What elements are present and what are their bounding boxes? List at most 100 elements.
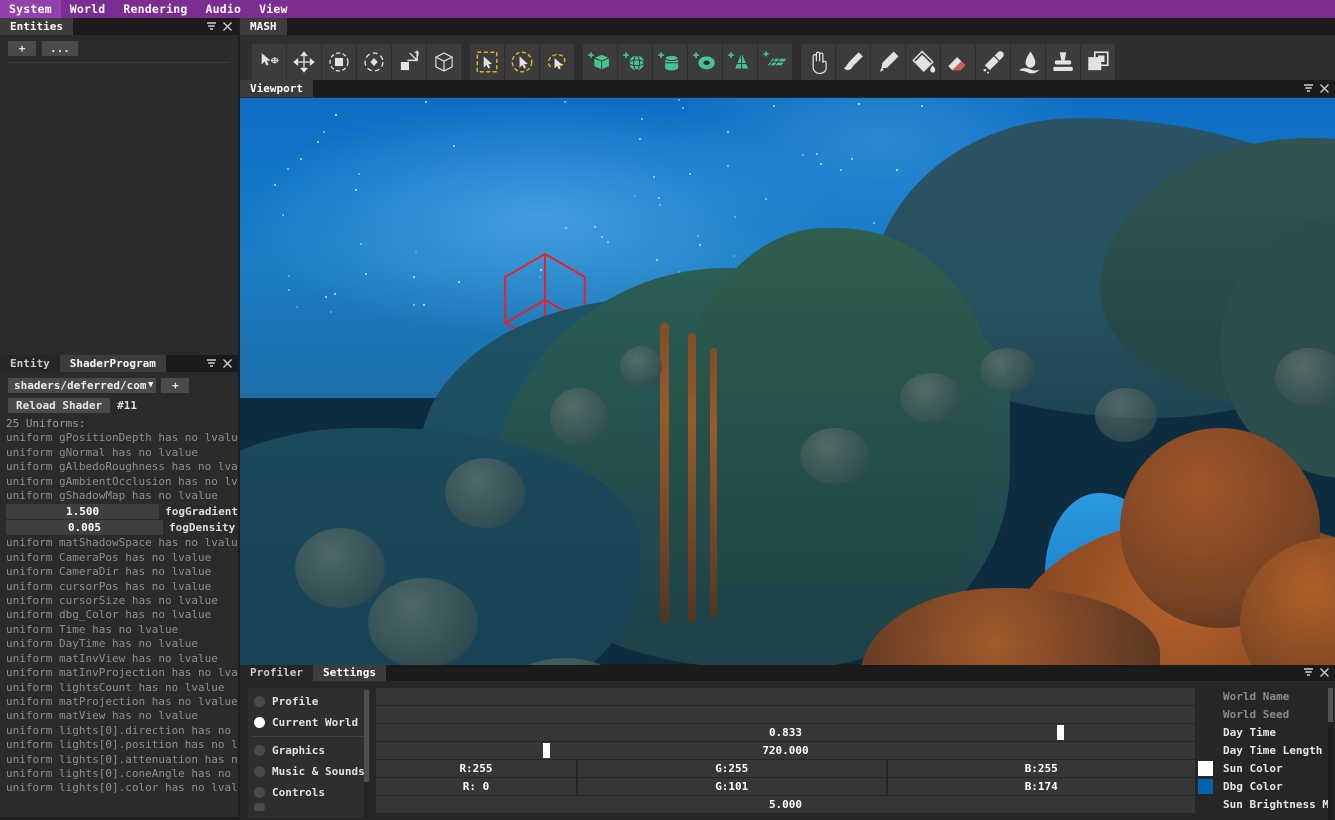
add-plane-button[interactable] — [758, 44, 792, 80]
settings-category-current-world[interactable]: Current World — [248, 712, 370, 733]
property-text-input[interactable] — [376, 688, 1195, 705]
uniform-value-input[interactable]: 1.500 — [6, 504, 159, 519]
category-scrollbar-track[interactable] — [364, 690, 369, 819]
property-slider[interactable]: 720.000 — [376, 742, 1195, 759]
tab-shaderprogram[interactable]: ShaderProgram — [60, 355, 166, 372]
orbit-icon — [361, 49, 387, 75]
uniform-name-label: fogGradient — [159, 504, 238, 519]
tab-entity[interactable]: Entity — [0, 355, 60, 372]
tab-profiler[interactable]: Profiler — [240, 664, 313, 681]
property-text-input[interactable] — [376, 706, 1195, 723]
hand-button[interactable] — [801, 44, 835, 80]
entities-toolbar: + ... — [0, 36, 238, 60]
property-label: World Name — [1217, 688, 1333, 705]
menu-item-world[interactable]: World — [61, 0, 115, 18]
brush-button[interactable] — [836, 44, 870, 80]
add-cube-button[interactable] — [583, 44, 617, 80]
panel-menu-icon[interactable] — [206, 21, 217, 32]
shader-path-select[interactable]: shaders/deferred/compos ▼ — [8, 378, 156, 393]
terrain-blob — [445, 458, 525, 528]
menu-item-audio[interactable]: Audio — [197, 0, 251, 18]
radio-icon — [254, 766, 265, 777]
terrain-blob — [550, 388, 608, 446]
bounding-box-button[interactable] — [427, 44, 461, 80]
panel-menu-icon[interactable] — [1303, 83, 1314, 94]
tab-settings[interactable]: Settings — [313, 664, 386, 681]
translate-button[interactable] — [287, 44, 321, 80]
close-icon[interactable] — [1319, 667, 1330, 678]
add-cone-button[interactable] — [723, 44, 757, 80]
menu-item-rendering[interactable]: Rendering — [114, 0, 196, 18]
shader-select-row: shaders/deferred/compos ▼ + — [0, 373, 238, 393]
color-channel-g[interactable]: G:255 — [578, 760, 886, 777]
rotate-button[interactable] — [322, 44, 356, 80]
entities-panel: Entities + ... — [0, 18, 238, 355]
tab-mash[interactable]: MASH — [240, 18, 287, 35]
menu-item-view[interactable]: View — [250, 0, 297, 18]
color-channel-r[interactable]: R:255 — [376, 760, 576, 777]
add-entity-button[interactable]: + — [8, 41, 36, 56]
uniform-line: uniform lightsCount has no lvalue — [4, 681, 238, 695]
settings-category-profile[interactable]: Profile — [248, 691, 370, 712]
close-icon[interactable] — [222, 21, 233, 32]
property-slider[interactable]: 5.000 — [376, 796, 1195, 813]
mash-toolbar — [240, 36, 1335, 84]
category-scrollbar-thumb[interactable] — [364, 690, 369, 782]
stamp-button[interactable] — [1046, 44, 1080, 80]
tab-entities[interactable]: Entities — [0, 18, 73, 35]
menu-item-system[interactable]: System — [0, 0, 61, 18]
rect-select-button[interactable] — [470, 44, 504, 80]
close-icon[interactable] — [1319, 83, 1330, 94]
smudge-button[interactable] — [1011, 44, 1045, 80]
add-sphere-button[interactable] — [618, 44, 652, 80]
color-channel-b[interactable]: B:255 — [888, 760, 1196, 777]
category-label: Current World — [272, 716, 358, 729]
scale-icon — [396, 49, 422, 75]
settings-category-partial[interactable] — [248, 803, 370, 811]
hanging-vine — [710, 348, 717, 618]
copy-layer-button[interactable] — [1081, 44, 1115, 80]
slider-handle[interactable] — [1057, 725, 1064, 740]
pencil-button[interactable] — [871, 44, 905, 80]
close-icon[interactable] — [222, 358, 233, 369]
property-label: Day Time Length — [1217, 742, 1333, 759]
radio-icon — [254, 803, 265, 811]
lasso-select-button[interactable] — [540, 44, 574, 80]
eraser-button[interactable] — [941, 44, 975, 80]
slider-handle[interactable] — [543, 743, 550, 758]
panel-menu-icon[interactable] — [1303, 667, 1314, 678]
category-label: Controls — [272, 786, 325, 799]
settings-category-graphics[interactable]: Graphics — [248, 740, 370, 761]
reload-shader-button[interactable]: Reload Shader — [8, 398, 110, 413]
orbit-button[interactable] — [357, 44, 391, 80]
color-channel-r[interactable]: R: 0 — [376, 778, 576, 795]
add-shader-button[interactable]: + — [161, 378, 189, 393]
select-move-button[interactable] — [252, 44, 286, 80]
color-channel-b[interactable]: B:174 — [888, 778, 1196, 795]
color-channel-g[interactable]: G:101 — [578, 778, 886, 795]
properties-scrollbar-track[interactable] — [1328, 688, 1333, 820]
eyedropper-button[interactable] — [976, 44, 1010, 80]
paint-bucket-button[interactable] — [906, 44, 940, 80]
scale-button[interactable] — [392, 44, 426, 80]
terrain-blob — [980, 348, 1035, 392]
slider-value: 5.000 — [769, 798, 802, 811]
settings-category-controls[interactable]: Controls — [248, 782, 370, 803]
settings-category-music-sounds[interactable]: Music & Sounds — [248, 761, 370, 782]
color-swatch[interactable] — [1198, 761, 1213, 776]
viewport-3d-scene[interactable] — [240, 98, 1335, 665]
circle-select-button[interactable] — [505, 44, 539, 80]
uniform-line: uniform DayTime has no lvalue — [4, 637, 238, 651]
entities-list[interactable] — [0, 63, 238, 343]
tab-viewport[interactable]: Viewport — [240, 80, 313, 97]
add-cylinder-button[interactable] — [653, 44, 687, 80]
properties-scrollbar-thumb[interactable] — [1328, 688, 1333, 722]
uniform-line: uniform cursorSize has no lvalue — [4, 594, 238, 608]
category-divider — [252, 736, 366, 737]
add-torus-button[interactable] — [688, 44, 722, 80]
property-slider[interactable]: 0.833 — [376, 724, 1195, 741]
panel-menu-icon[interactable] — [206, 358, 217, 369]
entity-options-button[interactable]: ... — [42, 41, 78, 56]
color-swatch[interactable] — [1198, 779, 1213, 794]
uniform-value-input[interactable]: 0.005 — [6, 520, 163, 535]
